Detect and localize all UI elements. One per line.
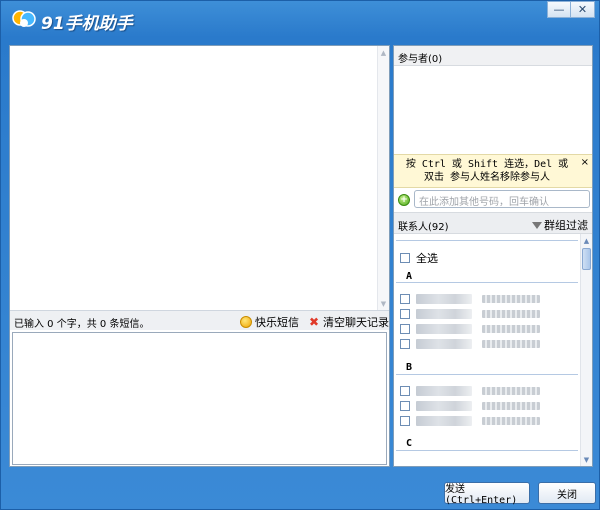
happy-sms-button[interactable]: 快乐短信 <box>240 314 299 330</box>
chat-scrollbar[interactable]: ▲ ▼ <box>377 46 389 310</box>
contact-name-blurred <box>416 294 472 304</box>
contact-checkbox[interactable] <box>400 294 410 304</box>
contact-row[interactable] <box>400 307 540 321</box>
scroll-up-icon[interactable]: ▲ <box>581 235 592 246</box>
divider <box>396 282 578 283</box>
contacts-header: 联系人(92) 群组过滤 <box>394 212 592 234</box>
contact-phone-blurred <box>482 402 540 410</box>
clear-x-icon: ✖ <box>308 315 320 329</box>
select-all-checkbox[interactable] <box>400 253 410 263</box>
contact-checkbox[interactable] <box>400 416 410 426</box>
contact-phone-blurred <box>482 340 540 348</box>
contact-phone-blurred <box>482 417 540 425</box>
select-all-row[interactable]: 全选 <box>400 251 438 265</box>
select-all-label: 全选 <box>416 252 438 265</box>
participants-header: 参与者(0) <box>394 46 592 66</box>
divider <box>396 374 578 375</box>
scroll-down-icon[interactable]: ▼ <box>378 298 389 309</box>
send-button[interactable]: 发送(Ctrl+Enter) <box>444 482 530 506</box>
chat-info-bar: 已输入 0 个字，共 0 条短信。 快乐短信 ✖ 清空聊天记录 <box>10 310 389 330</box>
main-window: 91手机助手 — ✕ ▲ ▼ 已输入 0 个字，共 0 条短信。 快乐短信 ✖ … <box>0 0 600 510</box>
contact-checkbox[interactable] <box>400 339 410 349</box>
contact-checkbox[interactable] <box>400 401 410 411</box>
divider <box>396 450 578 451</box>
participants-list[interactable] <box>394 66 592 154</box>
contact-checkbox[interactable] <box>400 324 410 334</box>
contact-phone-blurred <box>482 310 540 318</box>
chat-panel: ▲ ▼ 已输入 0 个字，共 0 条短信。 快乐短信 ✖ 清空聊天记录 <box>9 45 390 467</box>
contact-name-blurred <box>416 386 472 396</box>
contact-row[interactable] <box>400 337 540 351</box>
contact-phone-blurred <box>482 325 540 333</box>
message-input[interactable] <box>12 332 387 465</box>
clear-history-button[interactable]: ✖ 清空聊天记录 <box>308 314 389 330</box>
contact-row[interactable] <box>400 322 540 336</box>
chat-history[interactable]: ▲ ▼ <box>10 46 389 310</box>
window-title: 91手机助手 <box>41 14 133 34</box>
participants-hint: 按 Ctrl 或 Shift 连选，Del 或 双击 参与人姓名移除参与人 × <box>394 154 592 188</box>
app-logo-icon <box>12 10 36 27</box>
divider <box>396 240 578 241</box>
scroll-thumb[interactable] <box>582 248 591 270</box>
contact-row[interactable] <box>400 384 540 398</box>
close-button[interactable]: 关闭 <box>538 482 596 504</box>
contact-row[interactable] <box>400 399 540 413</box>
contact-row[interactable] <box>400 292 540 306</box>
contacts-title: 联系人(92) <box>398 222 449 233</box>
happy-sms-label: 快乐短信 <box>255 316 299 329</box>
contact-checkbox[interactable] <box>400 309 410 319</box>
scroll-down-icon[interactable]: ▼ <box>581 454 592 465</box>
contact-row[interactable] <box>400 414 540 428</box>
add-number-row: + 在此添加其他号码，回车确认 <box>394 188 592 212</box>
contact-name-blurred <box>416 416 472 426</box>
group-filter-label: 群组过滤 <box>544 219 588 232</box>
char-count-text: 已输入 0 个字，共 0 条短信。 <box>14 319 150 330</box>
contact-phone-blurred <box>482 295 540 303</box>
recipients-panel: 参与者(0) 按 Ctrl 或 Shift 连选，Del 或 双击 参与人姓名移… <box>393 45 593 467</box>
scroll-up-icon[interactable]: ▲ <box>378 47 389 58</box>
contact-name-blurred <box>416 401 472 411</box>
participants-title: 参与者(0) <box>398 54 443 65</box>
contact-name-blurred <box>416 339 472 349</box>
hint-close-icon[interactable]: × <box>581 157 589 168</box>
contact-phone-blurred <box>482 387 540 395</box>
contacts-list: 全选 A B C ▲ ▼ <box>394 234 592 466</box>
group-letter-c: C <box>406 438 413 449</box>
add-icon[interactable]: + <box>398 194 410 206</box>
contact-name-blurred <box>416 324 472 334</box>
group-letter-b: B <box>406 362 413 373</box>
contact-name-blurred <box>416 309 472 319</box>
window-controls: — ✕ <box>547 1 595 18</box>
contacts-scrollbar[interactable]: ▲ ▼ <box>580 234 592 466</box>
smile-icon <box>240 316 252 328</box>
hint-text: 按 Ctrl 或 Shift 连选，Del 或 双击 参与人姓名移除参与人 <box>405 159 569 183</box>
close-window-button[interactable]: ✕ <box>571 1 595 18</box>
group-letter-a: A <box>406 271 413 282</box>
minimize-button[interactable]: — <box>547 1 571 18</box>
titlebar[interactable]: 91手机助手 — ✕ <box>1 1 599 39</box>
contact-checkbox[interactable] <box>400 386 410 396</box>
add-number-input[interactable]: 在此添加其他号码，回车确认 <box>414 190 590 208</box>
filter-icon <box>532 221 542 229</box>
clear-history-label: 清空聊天记录 <box>323 316 389 329</box>
group-filter-button[interactable]: 群组过滤 <box>532 217 588 233</box>
